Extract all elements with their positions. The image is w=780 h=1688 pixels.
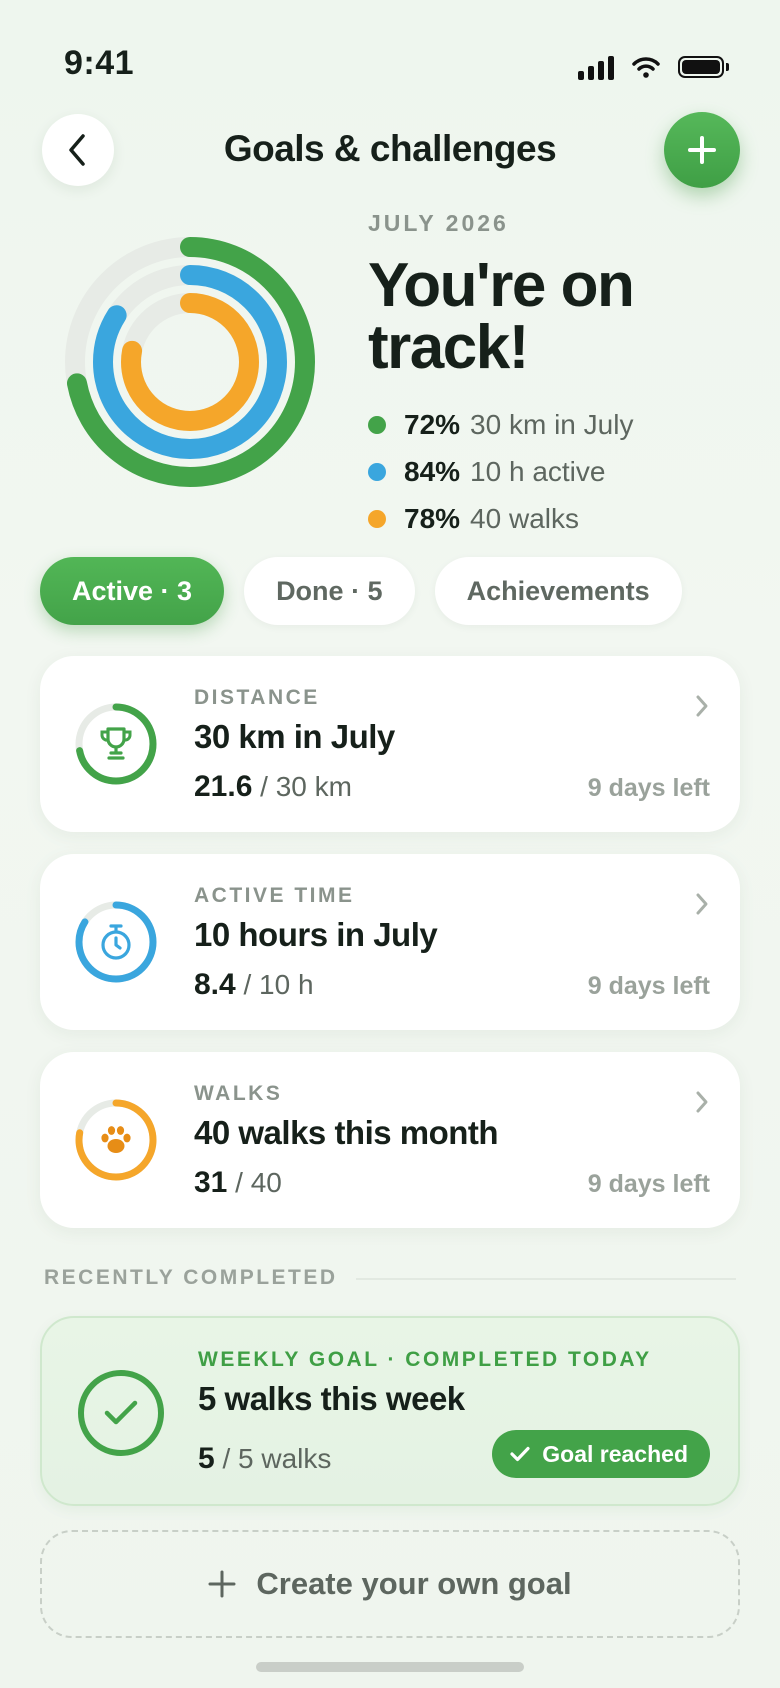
goal-category: DISTANCE xyxy=(194,686,320,709)
legend-item-distance: 72% 30 km in July xyxy=(368,401,748,448)
status-icons xyxy=(578,54,729,80)
chevron-right-icon xyxy=(696,695,708,717)
tab-done[interactable]: Done · 5 xyxy=(244,557,415,625)
completed-progress: 5 / 5 walks xyxy=(198,1442,331,1476)
header: Goals & challenges xyxy=(0,112,780,188)
home-indicator xyxy=(256,1662,524,1672)
tab-active[interactable]: Active · 3 xyxy=(40,557,225,625)
goal-progress: 31 / 40 xyxy=(194,1166,282,1200)
section-label-recent: RECENTLY COMPLETED xyxy=(44,1266,338,1289)
goal-reached-badge: Goal reached xyxy=(492,1430,710,1478)
legend: 72% 30 km in July 84% 10 h active 78% 40… xyxy=(368,401,748,542)
section-divider xyxy=(356,1278,736,1280)
completed-title: 5 walks this week xyxy=(198,1380,465,1417)
goal-card-distance[interactable]: DISTANCE 30 km in July 21.6 / 30 km 9 da… xyxy=(40,656,740,832)
goal-current: 21.6 xyxy=(194,770,253,803)
filter-tabs: Active · 3 Done · 5 Achievements xyxy=(40,557,682,625)
goal-current: 31 xyxy=(194,1166,228,1199)
goal-progress: 8.4 / 10 h xyxy=(194,968,314,1002)
legend-dot xyxy=(368,509,386,528)
goal-category: ACTIVE TIME xyxy=(194,884,355,907)
goal-progress: 21.6 / 30 km xyxy=(194,770,352,804)
goal-days-left: 9 days left xyxy=(587,1170,710,1198)
legend-pct: 84% xyxy=(404,455,461,487)
completed-target: / 5 walks xyxy=(222,1443,332,1474)
month-label: JULY 2026 xyxy=(368,210,509,236)
summary: JULY 2026 You're on track! 72% 30 km in … xyxy=(368,210,748,542)
stopwatch-icon xyxy=(74,900,158,984)
paw-icon xyxy=(74,1098,158,1182)
check-circle-icon xyxy=(78,1370,164,1456)
create-goal-button[interactable]: Create your own goal xyxy=(40,1530,740,1638)
legend-pct: 72% xyxy=(404,408,461,440)
trophy-icon xyxy=(74,702,158,786)
legend-pct: 78% xyxy=(404,502,461,534)
legend-dot xyxy=(368,462,386,481)
goal-days-left: 9 days left xyxy=(587,972,710,1000)
goal-days-left: 9 days left xyxy=(587,774,710,802)
goal-title: 30 km in July xyxy=(194,718,395,755)
legend-label: 40 walks xyxy=(470,502,579,534)
headline: You're on track! xyxy=(368,255,748,379)
check-icon xyxy=(510,1446,530,1462)
goal-target: / 40 xyxy=(235,1167,282,1198)
legend-dot xyxy=(368,415,386,434)
goal-current: 8.4 xyxy=(194,968,236,1001)
completed-goal-card[interactable]: WEEKLY GOAL · COMPLETED TODAY 5 walks th… xyxy=(40,1316,740,1506)
goal-reached-label: Goal reached xyxy=(542,1440,688,1467)
goal-category: WALKS xyxy=(194,1082,283,1105)
legend-item-active-time: 84% 10 h active xyxy=(368,448,748,495)
legend-label: 10 h active xyxy=(470,455,606,487)
headline-line-2: track! xyxy=(368,313,529,382)
status-bar: 9:41 xyxy=(0,0,780,110)
tab-achievements[interactable]: Achievements xyxy=(434,557,682,625)
wifi-icon xyxy=(632,57,660,78)
goal-target: / 30 km xyxy=(260,771,352,802)
completed-current: 5 xyxy=(198,1442,215,1475)
chevron-right-icon xyxy=(696,893,708,915)
goal-card-active-time[interactable]: ACTIVE TIME 10 hours in July 8.4 / 10 h … xyxy=(40,854,740,1030)
add-goal-button[interactable] xyxy=(664,112,740,188)
legend-label: 30 km in July xyxy=(470,408,634,440)
plus-icon xyxy=(688,136,716,164)
goal-target: / 10 h xyxy=(243,969,314,1000)
goal-title: 40 walks this month xyxy=(194,1114,499,1151)
create-goal-label: Create your own goal xyxy=(256,1566,572,1601)
status-time: 9:41 xyxy=(64,44,135,82)
page-title: Goals & challenges xyxy=(223,128,557,169)
legend-item-walks: 78% 40 walks xyxy=(368,495,748,542)
chevron-right-icon xyxy=(696,1091,708,1113)
signal-icon xyxy=(578,54,614,80)
completed-category: WEEKLY GOAL · COMPLETED TODAY xyxy=(198,1348,652,1371)
headline-line-1: You're on xyxy=(368,251,635,320)
plus-icon xyxy=(208,1570,236,1598)
progress-rings xyxy=(65,237,315,487)
battery-icon xyxy=(678,56,729,78)
goal-card-walks[interactable]: WALKS 40 walks this month 31 / 40 9 days… xyxy=(40,1052,740,1228)
goal-title: 10 hours in July xyxy=(194,916,438,953)
